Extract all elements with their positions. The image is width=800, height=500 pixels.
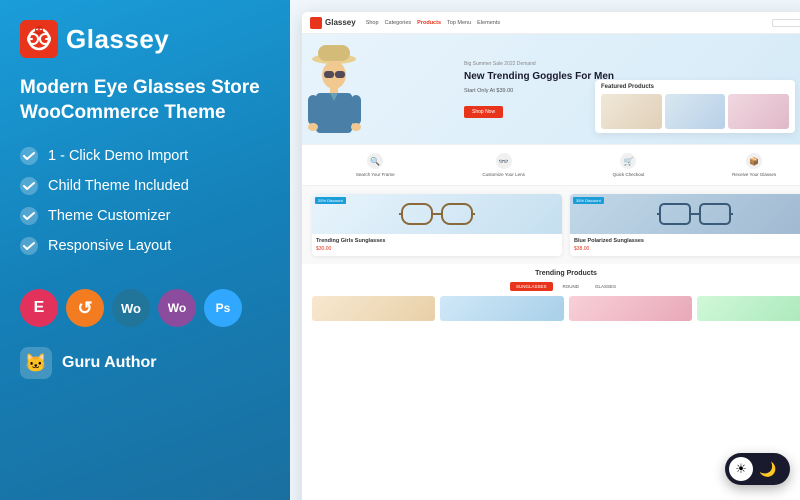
svg-text:🐱: 🐱 (25, 353, 47, 373)
featured-label: Featured Products (601, 84, 789, 90)
feature-label-3: Theme Customizer (48, 208, 170, 224)
elementor-icon: E (20, 289, 58, 327)
preview-header: Glassey Shop Categories Products Top Men… (302, 12, 800, 34)
preview-logo: Glassey (310, 17, 356, 29)
preview-search-area (772, 19, 800, 27)
preview-search-box[interactable] (772, 19, 800, 27)
product-img-1: 25% Discount (312, 194, 562, 234)
hero-price: Start Only At $39.00 (464, 88, 614, 94)
search-frame-icon: 🔍 (367, 153, 383, 169)
feature-search: 🔍 Search Your Frame (356, 153, 395, 177)
trending-tab-sunglasses[interactable]: SUNGLASSES (510, 282, 553, 291)
feature-label-1: 1 - Click Demo Import (48, 148, 188, 164)
receive-glasses-icon: 📦 (746, 153, 762, 169)
search-label: Search Your Frame (356, 172, 395, 177)
trending-items (312, 296, 800, 321)
check-icon-4 (20, 237, 38, 255)
main-container: Glassey Modern Eye Glasses Store WooComm… (0, 0, 800, 500)
preview-features-row: 🔍 Search Your Frame 👓 Customize Your Len… (302, 144, 800, 186)
feature-label-4: Responsive Layout (48, 238, 171, 254)
feature-checkout: 🛒 Quick Checkout (613, 153, 645, 177)
nav-elements[interactable]: Elements (477, 20, 500, 26)
toggle-circle: ☀ (729, 457, 753, 481)
glassey-logo-icon (20, 20, 58, 58)
guru-author: 🐱 Guru Author (20, 347, 270, 379)
product-price-1: $30.00 (316, 246, 558, 252)
trending-item-1 (312, 296, 435, 321)
preview-nav: Shop Categories Products Top Menu Elemen… (366, 20, 500, 26)
trending-item-4 (697, 296, 800, 321)
logo-text: Glassey (66, 24, 169, 55)
check-icon-3 (20, 207, 38, 225)
features-list: 1 - Click Demo Import Child Theme Includ… (20, 147, 270, 267)
hero-title: New Trending Goggles For Men (464, 70, 614, 83)
hero-shop-now-btn[interactable]: Shop Now (464, 106, 503, 118)
update-icon: ↺ (66, 289, 104, 327)
trending-tabs: SUNGLASSES ROUND GLASSES (312, 282, 800, 291)
trending-item-2 (440, 296, 563, 321)
check-icon-2 (20, 177, 38, 195)
left-panel: Glassey Modern Eye Glasses Store WooComm… (0, 0, 290, 500)
feature-customize: 👓 Customize Your Lens (482, 153, 525, 177)
tagline: Modern Eye Glasses Store WooCommerce The… (20, 76, 270, 125)
nav-categories[interactable]: Categories (385, 20, 412, 26)
guru-author-label: Guru Author (62, 354, 157, 372)
product-card-2: 35% Discount Blue Polarized Sunglasses $… (570, 194, 800, 256)
plugin-icons: E ↺ Wo Wo Ps (20, 289, 270, 327)
preview-logo-text: Glassey (325, 18, 356, 27)
preview-products: 25% Discount Trending Girls Sunglasses $… (302, 186, 800, 264)
hero-small-text: Big Summer Sale 2022 Demand (464, 61, 614, 67)
trending-tab-glasses[interactable]: GLASSES (589, 282, 622, 291)
feature-label-2: Child Theme Included (48, 178, 189, 194)
featured-item-3 (728, 94, 789, 129)
product-info-2: Blue Polarized Sunglasses $38.00 (570, 234, 800, 256)
quick-checkout-icon: 🛒 (620, 153, 636, 169)
photoshop-icon: Ps (204, 289, 242, 327)
check-icon-1 (20, 147, 38, 165)
product-card-1: 25% Discount Trending Girls Sunglasses $… (312, 194, 562, 256)
preview-logo-icon (310, 17, 322, 29)
product-img-2: 35% Discount (570, 194, 800, 234)
guru-icon: 🐱 (20, 347, 52, 379)
checkout-label: Quick Checkout (613, 172, 645, 177)
nav-shop[interactable]: Shop (366, 20, 379, 26)
featured-item-1 (601, 94, 662, 129)
featured-item-2 (665, 94, 726, 129)
feature-item-3: Theme Customizer (20, 207, 270, 225)
feature-item-1: 1 - Click Demo Import (20, 147, 270, 165)
product-glasses-2 (570, 194, 800, 234)
dark-mode-toggle[interactable]: ☀ 🌙 (725, 453, 790, 485)
feature-item-4: Responsive Layout (20, 237, 270, 255)
logo-area: Glassey (20, 20, 270, 58)
nav-topmenu[interactable]: Top Menu (447, 20, 471, 26)
receive-label: Receive Your Glasses (732, 172, 776, 177)
featured-products-bar: Featured Products (595, 80, 795, 133)
product-badge-1: 25% Discount (315, 197, 346, 204)
customize-label: Customize Your Lens (482, 172, 525, 177)
product-glasses-1 (312, 194, 562, 234)
product-title-1: Trending Girls Sunglasses (316, 238, 558, 244)
feature-receive: 📦 Receive Your Glasses (732, 153, 776, 177)
product-title-2: Blue Polarized Sunglasses (574, 238, 800, 244)
product-info-1: Trending Girls Sunglasses $30.00 (312, 234, 562, 256)
hero-man-figure (302, 37, 367, 142)
right-panel: Shop By Categories Trending Glasses Squa… (290, 0, 800, 500)
product-price-2: $38.00 (574, 246, 800, 252)
woocommerce-icon: Wo (158, 289, 196, 327)
nav-products[interactable]: Products (417, 20, 441, 26)
featured-items (601, 94, 789, 129)
customize-lens-icon: 👓 (496, 153, 512, 169)
wordpress-icon: Wo (112, 289, 150, 327)
trending-item-3 (569, 296, 692, 321)
feature-item-2: Child Theme Included (20, 177, 270, 195)
moon-icon: 🌙 (759, 461, 776, 478)
trending-tab-round[interactable]: ROUND (557, 282, 586, 291)
trending-title: Trending Products (312, 270, 800, 277)
preview-trending: Trending Products SUNGLASSES ROUND GLASS… (302, 264, 800, 327)
product-badge-2: 35% Discount (573, 197, 604, 204)
